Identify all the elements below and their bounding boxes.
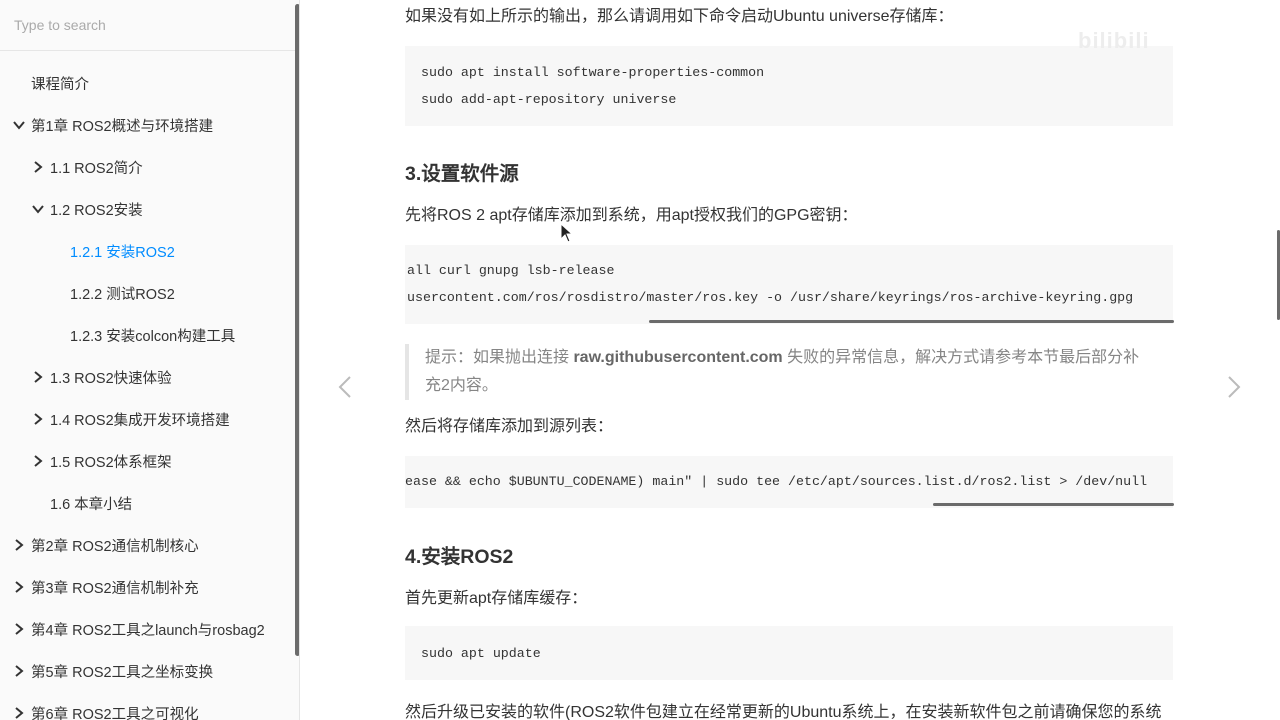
sidebar-item[interactable]: 1.4 ROS2集成开发环境搭建 [0,398,296,440]
chevron-right-icon[interactable] [11,663,27,679]
chevron-left-icon [338,376,351,398]
sidebar-item[interactable]: 第3章 ROS2通信机制补充 [0,566,296,608]
sidebar-item-label: 第2章 ROS2通信机制核心 [31,538,199,555]
next-page-button[interactable] [1222,372,1246,402]
sidebar-item-label: 第3章 ROS2通信机制补充 [31,580,199,597]
tip-text-line2: 充2内容。 [425,377,498,394]
paragraph: 先将ROS 2 apt存储库添加到系统，用apt授权我们的GPG密钥： [405,207,858,224]
sidebar-item-label: 1.2 ROS2安装 [50,202,143,219]
sidebar-item[interactable]: 第4章 ROS2工具之launch与rosbag2 [0,608,296,650]
sidebar-item[interactable]: 1.2 ROS2安装 [0,188,296,230]
chevron-right-icon [1228,376,1241,398]
sidebar-item-label: 1.2.3 安装colcon构建工具 [70,328,236,345]
sidebar-item[interactable]: 1.3 ROS2快速体验 [0,356,296,398]
chevron-right-icon[interactable] [11,537,27,553]
tip-text: 提示：如果抛出连接 [425,349,574,366]
sidebar-item[interactable]: 第6章 ROS2工具之可视化 [0,692,296,720]
chevron-right-icon[interactable] [30,159,46,175]
sidebar-item[interactable]: 1.2.2 测试ROS2 [0,272,296,314]
chevron-right-icon[interactable] [30,411,46,427]
code-text: sudo apt install software-properties-com… [421,65,765,107]
main-content: 如果没有如上所示的输出，那么请调用如下命令启动Ubuntu universe存储… [300,0,1280,720]
code-text: ease && echo $UBUNTU_CODENAME) main" | s… [405,474,1148,489]
sidebar-item-label: 第5章 ROS2工具之坐标变换 [31,664,214,681]
sidebar-item[interactable]: 1.2.3 安装colcon构建工具 [0,314,296,356]
sidebar-item-label: 1.5 ROS2体系框架 [50,454,172,471]
chevron-right-icon[interactable] [30,369,46,385]
chevron-right-icon[interactable] [11,579,27,595]
sidebar-item[interactable]: 第1章 ROS2概述与环境搭建 [0,104,296,146]
code-horizontal-scrollbar[interactable] [933,503,1174,506]
sidebar-item-label: 第4章 ROS2工具之launch与rosbag2 [31,622,265,639]
tip-blockquote: 提示：如果抛出连接 raw.githubusercontent.com 失败的异… [405,344,1165,400]
chevron-down-icon[interactable] [30,201,46,217]
sidebar-item-label: 1.2.2 测试ROS2 [70,286,175,303]
chevron-right-icon[interactable] [11,705,27,720]
prev-page-button[interactable] [333,372,357,402]
code-block-scrollable: all curl gnupg lsb-release usercontent.c… [405,245,1173,324]
sidebar-item[interactable]: 第2章 ROS2通信机制核心 [0,524,296,566]
code-horizontal-scrollbar[interactable] [649,320,1174,323]
chevron-right-icon[interactable] [30,453,46,469]
sidebar-item-label: 1.6 本章小结 [50,496,133,513]
sidebar-item-label: 课程简介 [31,76,89,93]
paragraph: 然后将存储库添加到源列表： [405,418,614,435]
paragraph: 首先更新apt存储库缓存： [405,590,588,607]
sidebar-item-label: 1.4 ROS2集成开发环境搭建 [50,412,230,429]
sidebar-item[interactable]: 第5章 ROS2工具之坐标变换 [0,650,296,692]
chevron-down-icon[interactable] [11,117,27,133]
tip-link-text: raw.githubusercontent.com [573,349,783,366]
sidebar-item[interactable]: 1.6 本章小结 [0,482,296,524]
code-block: sudo apt update [405,626,1173,680]
paragraph: 然后升级已安装的软件(ROS2软件包建立在经常更新的Ubuntu系统上，在安装新… [405,704,1162,720]
sidebar-item[interactable]: 课程简介 [0,62,296,104]
sidebar-item[interactable]: 1.5 ROS2体系框架 [0,440,296,482]
paragraph: 如果没有如上所示的输出，那么请调用如下命令启动Ubuntu universe存储… [405,8,954,25]
sidebar-item-label: 1.1 ROS2简介 [50,160,143,177]
sidebar-item-label: 1.2.1 安装ROS2 [70,244,175,261]
code-block: sudo apt install software-properties-com… [405,46,1173,126]
code-text: all curl gnupg lsb-release usercontent.c… [407,263,1134,305]
sidebar-item-label: 第6章 ROS2工具之可视化 [31,706,199,720]
tip-text: 失败的异常信息，解决方式请参考本节最后部分补 [782,349,1140,366]
search-input[interactable] [0,0,299,50]
section-heading: 3.设置软件源 [405,163,519,185]
watermark-logo: bilibili [1078,28,1150,53]
code-text: sudo apt update [421,646,541,661]
sidebar-item[interactable]: 1.2.1 安装ROS2 [0,230,296,272]
search-bar [0,0,299,51]
sidebar-item-label: 第1章 ROS2概述与环境搭建 [31,118,214,135]
chevron-right-icon[interactable] [11,621,27,637]
sidebar: 课程简介第1章 ROS2概述与环境搭建 1.1 ROS2简介 1.2 ROS2安装 1… [0,0,300,720]
sidebar-item[interactable]: 1.1 ROS2简介 [0,146,296,188]
section-heading: 4.安装ROS2 [405,546,514,568]
code-block-scrollable: ease && echo $UBUNTU_CODENAME) main" | s… [405,456,1173,508]
sidebar-item-label: 1.3 ROS2快速体验 [50,370,172,387]
mouse-cursor-icon [560,223,574,243]
